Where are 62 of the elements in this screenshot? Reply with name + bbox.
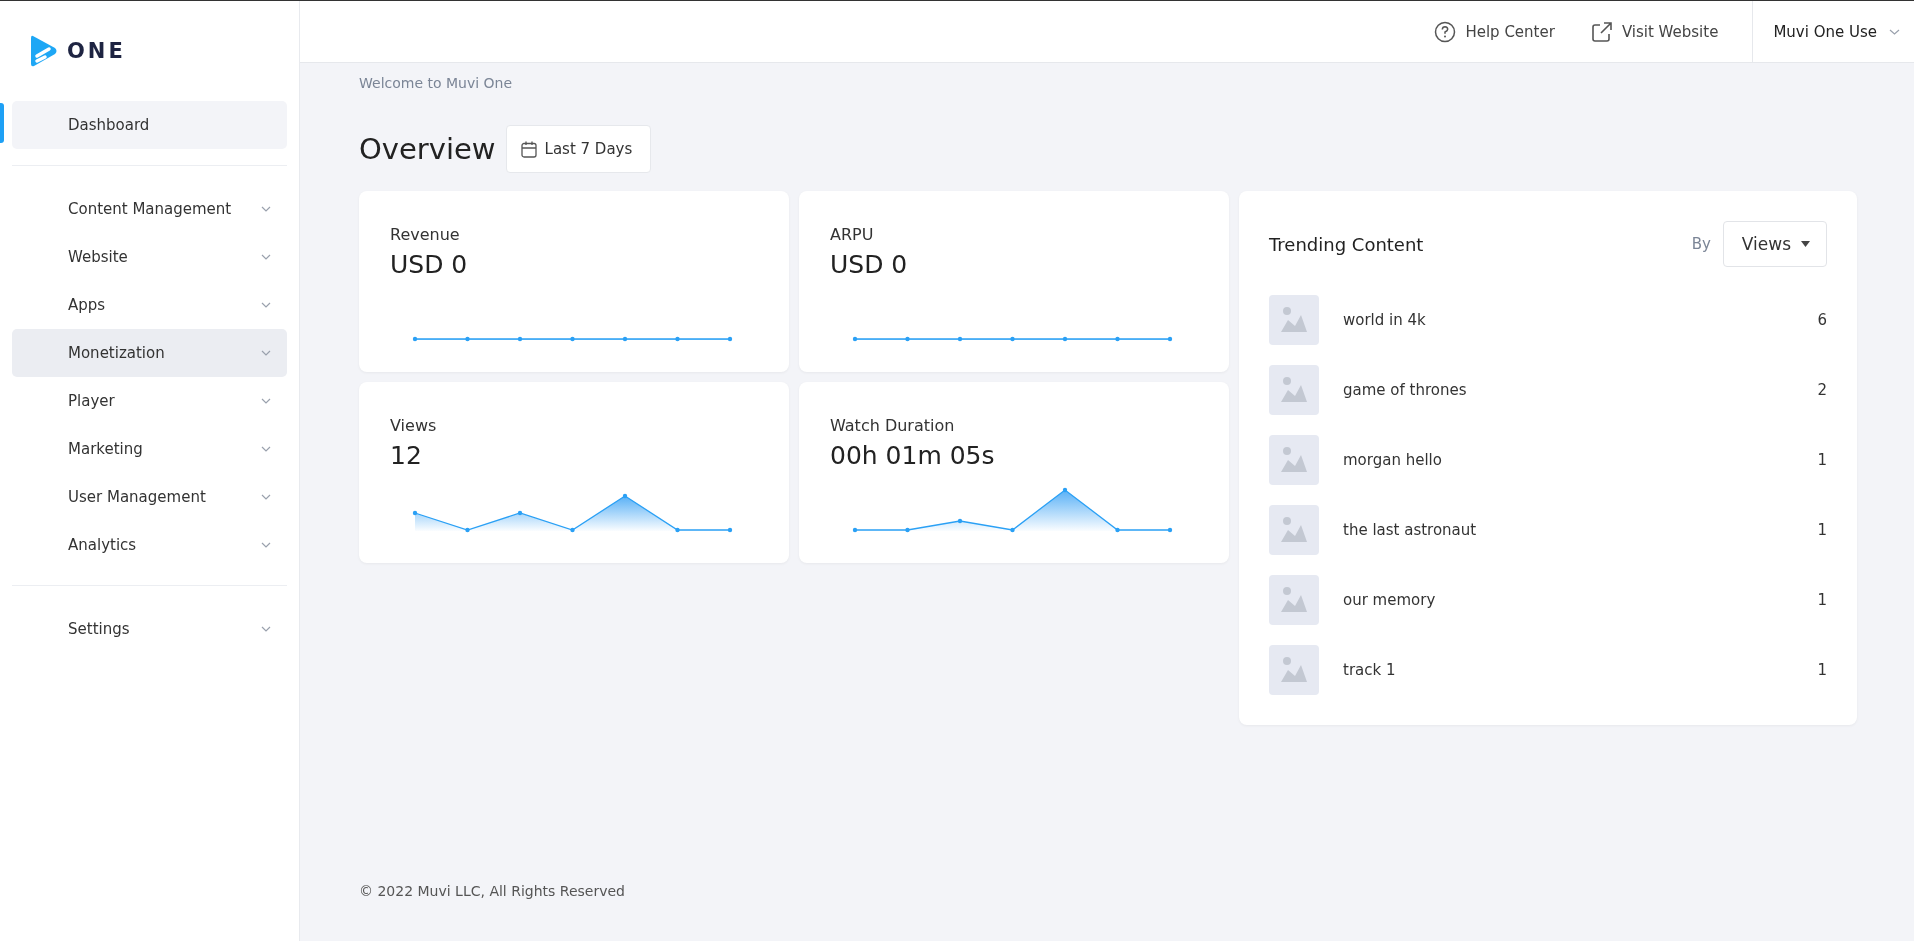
user-menu[interactable]: Muvi One Use <box>1753 1 1914 62</box>
welcome-text: Welcome to Muvi One <box>359 75 514 91</box>
content-title[interactable]: world in 4k <box>1343 311 1818 329</box>
trending-title: Trending Content <box>1269 233 1425 255</box>
chevron-down-icon <box>261 254 271 260</box>
view-count: 1 <box>1817 451 1827 469</box>
image-placeholder-icon <box>1269 365 1319 415</box>
visit-website-link[interactable]: Visit Website <box>1590 20 1719 43</box>
stat-label: Revenue <box>390 225 461 244</box>
sidebar-item[interactable]: Apps <box>12 281 287 329</box>
sidebar-item[interactable]: Settings <box>12 605 287 653</box>
logo-icon <box>29 34 59 68</box>
content-title[interactable]: morgan hello <box>1343 451 1818 469</box>
chevron-down-icon <box>261 398 271 404</box>
chevron-down-icon <box>261 542 271 548</box>
view-count: 1 <box>1817 591 1827 609</box>
view-count: 1 <box>1817 661 1827 679</box>
content-title[interactable]: track 1 <box>1343 661 1818 679</box>
content-title[interactable]: our memory <box>1343 591 1818 609</box>
logo-text: ONE <box>67 39 126 63</box>
date-range-button[interactable]: Last 7 Days <box>505 125 652 173</box>
content-title[interactable]: the last astronaut <box>1343 521 1818 539</box>
chevron-down-icon <box>261 446 271 452</box>
image-placeholder-icon <box>1269 435 1319 485</box>
image-placeholder-icon <box>1269 295 1319 345</box>
overview-title: Overview <box>359 132 496 166</box>
chevron-down-icon <box>261 494 271 500</box>
help-icon <box>1434 20 1457 43</box>
chevron-down-icon <box>1889 28 1900 35</box>
sort-label: By <box>1691 235 1711 253</box>
sidebar-item[interactable]: Dashboard <box>12 101 287 149</box>
sidebar-item[interactable]: User Management <box>12 473 287 521</box>
stat-value: 12 <box>390 441 423 470</box>
chevron-down-icon <box>261 206 271 212</box>
chevron-down-icon <box>261 626 271 632</box>
stat-label: ARPU <box>830 225 875 244</box>
view-count: 6 <box>1817 311 1827 329</box>
sidebar-item[interactable]: Monetization <box>12 329 287 377</box>
sort-dropdown[interactable]: Views <box>1722 221 1827 267</box>
chevron-down-icon <box>261 350 271 356</box>
image-placeholder-icon <box>1269 645 1319 695</box>
sidebar-item[interactable]: Content Management <box>12 185 287 233</box>
chevron-down-icon <box>261 302 271 308</box>
sidebar-item[interactable]: Analytics <box>12 521 287 569</box>
view-count: 2 <box>1817 381 1827 399</box>
sidebar-item[interactable]: Player <box>12 377 287 425</box>
stat-value: 00h 01m 05s <box>830 441 996 470</box>
external-link-icon <box>1590 20 1613 43</box>
content-title[interactable]: game of thrones <box>1343 381 1818 399</box>
stat-label: Views <box>390 416 438 435</box>
copyright-text: © 2022 Muvi LLC, All Rights Reserved <box>359 883 626 901</box>
caret-icon <box>1801 241 1810 247</box>
image-placeholder-icon <box>1269 575 1319 625</box>
stat-label: Watch Duration <box>830 416 956 435</box>
help-center-link[interactable]: Help Center <box>1434 20 1555 43</box>
stat-value: USD 0 <box>830 250 909 279</box>
image-placeholder-icon <box>1269 505 1319 555</box>
calendar-icon <box>520 140 537 158</box>
stat-value: USD 0 <box>390 250 469 279</box>
view-count: 1 <box>1817 521 1827 539</box>
sidebar-item[interactable]: Website <box>12 233 287 281</box>
sidebar-item[interactable]: Marketing <box>12 425 287 473</box>
